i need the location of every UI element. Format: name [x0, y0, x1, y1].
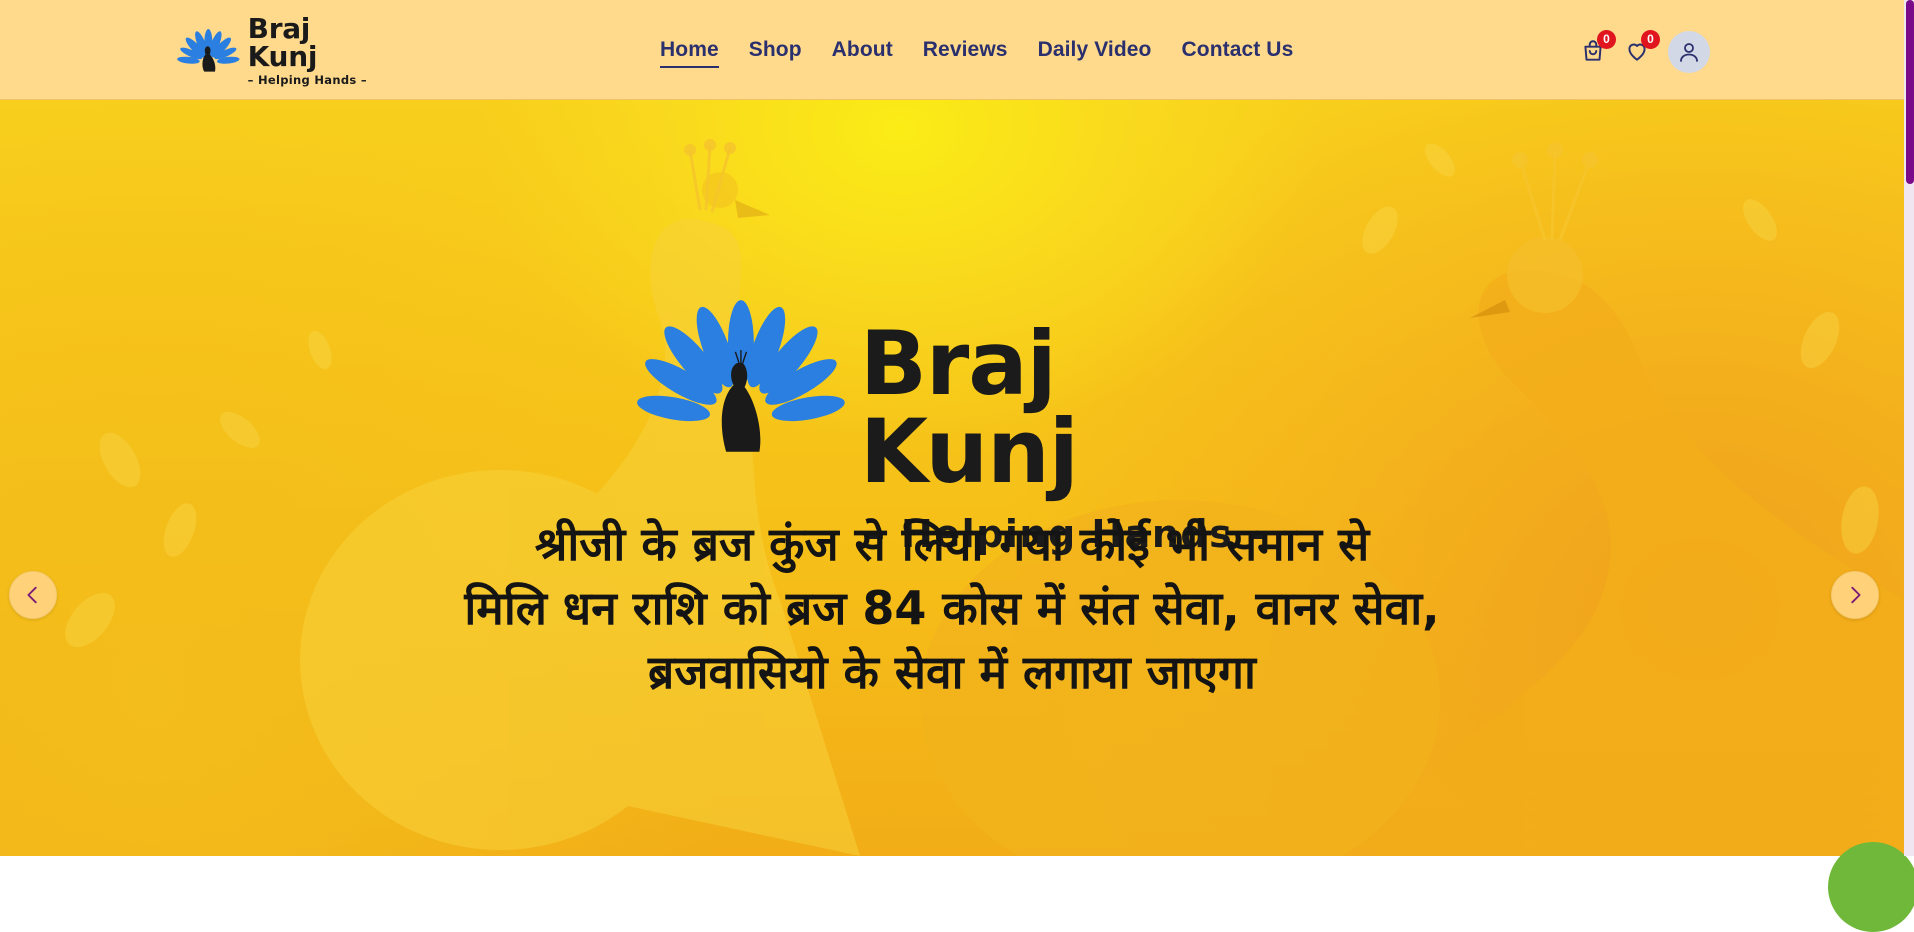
hero-message-line: श्रीजी के ब्रज कुंज से लिया गया कोई भी स…: [534, 517, 1370, 571]
hero-brand-name: Braj Kunj: [859, 312, 1079, 503]
hero-message: श्रीजी के ब्रज कुंज से लिया गया कोई भी स…: [352, 512, 1552, 704]
hero-message-line: मिलि धन राशि को ब्रज 84 कोस में संत सेवा…: [464, 581, 1440, 635]
brand-name: Braj Kunj: [247, 12, 318, 74]
nav-reviews[interactable]: Reviews: [923, 38, 1008, 68]
hero-message-line: ब्रजवासियो के सेवा में लगाया जाएगा: [648, 645, 1256, 699]
wishlist-count-badge: 0: [1641, 30, 1660, 49]
wishlist-button[interactable]: 0: [1620, 30, 1660, 68]
peacock-logo-icon: [637, 300, 845, 452]
brand-logo[interactable]: Braj Kunj – Helping Hands –: [175, 15, 375, 86]
peacock-logo-icon: [177, 29, 240, 72]
cart-button[interactable]: 0: [1576, 30, 1616, 68]
cart-count-badge: 0: [1597, 30, 1616, 49]
nav-contact-us[interactable]: Contact Us: [1182, 38, 1294, 68]
chevron-left-icon: [27, 586, 37, 604]
chevron-right-icon: [1851, 586, 1861, 604]
account-button[interactable]: [1668, 31, 1710, 73]
slider-next-button[interactable]: [1831, 571, 1879, 619]
nav-about[interactable]: About: [832, 38, 893, 68]
site-header: Braj Kunj – Helping Hands – Home Shop Ab…: [0, 0, 1904, 100]
page-scrollbar-thumb[interactable]: [1906, 0, 1914, 184]
user-icon: [1680, 43, 1698, 62]
nav-home[interactable]: Home: [660, 38, 719, 68]
slider-prev-button[interactable]: [9, 571, 57, 619]
nav-daily-video[interactable]: Daily Video: [1038, 38, 1152, 68]
hero-slider: Braj Kunj – Helping Hands – श्रीजी के ब्…: [0, 100, 1904, 856]
brand-tagline: – Helping Hands –: [247, 73, 367, 88]
nav-shop[interactable]: Shop: [749, 38, 802, 68]
main-nav: Home Shop About Reviews Daily Video Cont…: [660, 38, 1293, 68]
